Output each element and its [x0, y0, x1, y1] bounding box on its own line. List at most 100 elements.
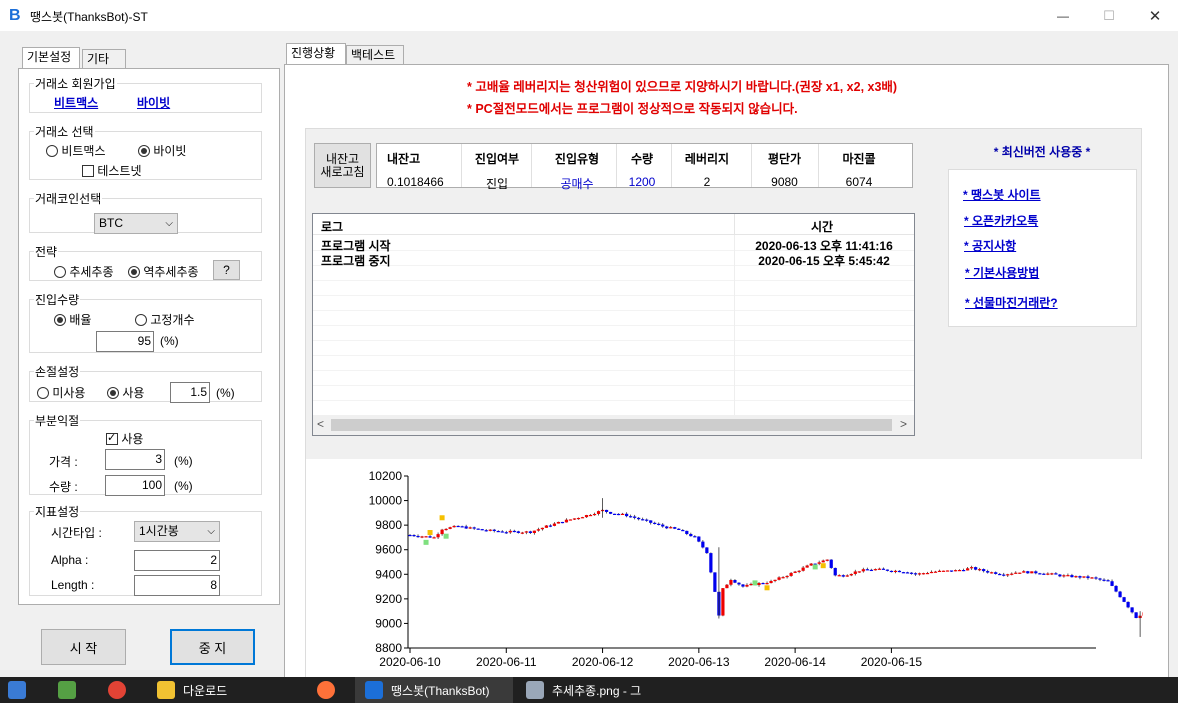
stop-loss-input[interactable]: 1.5	[170, 382, 210, 403]
scroll-right-icon[interactable]: >	[900, 417, 907, 431]
radio-trend[interactable]: 추세추종	[54, 263, 114, 280]
scroll-left-icon[interactable]: <	[317, 417, 324, 431]
candle-body	[572, 518, 577, 520]
partial-profit-legend: 부분익절	[35, 414, 80, 428]
radio-ratio[interactable]: 배율	[54, 311, 91, 328]
radio-bybit[interactable]: 바이빗	[138, 142, 186, 159]
log-row-divider	[734, 235, 735, 415]
taskbar-network-icon[interactable]	[58, 677, 76, 703]
candle-body	[861, 569, 865, 572]
candle-body	[633, 516, 637, 518]
candle-body	[1114, 585, 1118, 592]
radio-trend-label: 추세추종	[69, 265, 114, 279]
strategy-group: 전략 추세추종 역추세추종 ?	[29, 243, 262, 281]
candle-body	[536, 529, 540, 531]
refresh-balance-button[interactable]: 내잔고 새로고침	[314, 143, 371, 188]
candle-body	[1098, 578, 1102, 580]
log-row[interactable]	[313, 281, 914, 296]
log-row[interactable]	[313, 401, 914, 416]
tab-etc[interactable]: 기타	[82, 49, 126, 69]
scrollbar-thumb[interactable]	[331, 419, 892, 431]
log-horizontal-scrollbar[interactable]: < >	[313, 415, 914, 435]
length-input[interactable]: 8	[134, 575, 220, 596]
tab-backtest[interactable]: 백테스트	[346, 45, 404, 65]
log-col-time[interactable]: 시간	[811, 218, 833, 235]
link-basic-usage[interactable]: * 기본사용방법	[965, 266, 1039, 280]
title-bar[interactable]: B 땡스봇(ThanksBot)-ST — ☐ ✕	[0, 0, 1178, 31]
signal-marker	[820, 563, 826, 569]
partial-profit-use-checkbox[interactable]: 사용	[106, 430, 143, 447]
tab-basic-settings[interactable]: 기본설정	[22, 47, 80, 69]
entry-qty-input[interactable]: 95	[96, 331, 154, 352]
taskbar-computer-icon[interactable]	[8, 677, 26, 703]
maximize-button[interactable]: ☐	[1086, 0, 1132, 31]
candle-body	[488, 529, 492, 531]
link-thanksbot-site[interactable]: * 땡스봇 사이트	[963, 188, 1041, 202]
tab-progress[interactable]: 진행상황	[286, 43, 346, 65]
radio-sl-off[interactable]: 미사용	[37, 384, 85, 401]
candle-body	[1118, 591, 1122, 598]
candle-body	[805, 565, 809, 568]
candle-body	[697, 536, 701, 542]
candle-body	[962, 569, 966, 572]
log-row[interactable]	[313, 386, 914, 401]
link-notice[interactable]: * 공지사항	[964, 239, 1016, 253]
taskbar-firefox-icon[interactable]	[317, 677, 335, 703]
qty-input[interactable]: 100	[105, 475, 165, 496]
log-row[interactable]	[313, 266, 914, 281]
candle-body	[508, 530, 512, 533]
log-col-message[interactable]: 로그	[321, 218, 343, 235]
stop-loss-group: 손절설정 미사용 사용 1.5 (%)	[29, 363, 262, 403]
link-open-kakaotalk[interactable]: * 오픈카카오톡	[964, 214, 1038, 228]
radio-bitmex[interactable]: 비트맥스	[46, 142, 106, 159]
candle-body	[460, 526, 464, 528]
candle-body	[841, 575, 845, 577]
log-row[interactable]	[313, 356, 914, 371]
log-row[interactable]: 프로그램 중지 2020-06-15 오후 5:45:42	[313, 251, 914, 268]
radio-counter-trend[interactable]: 역추세추종	[128, 263, 199, 280]
coin-select-dropdown[interactable]: BTC ⌵	[94, 213, 178, 234]
start-button[interactable]: 시 작	[41, 629, 126, 665]
candle-body	[560, 521, 565, 524]
candle-body	[733, 580, 737, 583]
link-bitmex[interactable]: 비트맥스	[54, 96, 98, 110]
taskbar-downloads[interactable]: 다운로드	[157, 677, 227, 703]
candle-body	[621, 513, 625, 516]
candle-body	[801, 567, 805, 571]
radio-fixed-count[interactable]: 고정개수	[135, 311, 195, 328]
log-row[interactable]	[313, 296, 914, 311]
alpha-input[interactable]: 2	[134, 550, 220, 571]
price-input[interactable]: 3	[105, 449, 165, 470]
timeframe-dropdown[interactable]: 1시간봉 ⌵	[134, 521, 220, 542]
x-tick-label: 2020-06-14	[764, 655, 826, 669]
refresh-line2: 새로고침	[320, 164, 365, 179]
candle-body	[829, 559, 833, 568]
exchange-select-legend: 거래소 선택	[35, 125, 94, 139]
warning-sleep-mode: * PC절전모드에서는 프로그램이 정상적으로 작동되지 않습니다.	[467, 102, 798, 116]
testnet-checkbox[interactable]: 테스트넷	[82, 162, 142, 179]
y-tick-label: 10000	[369, 494, 403, 508]
taskbar-paint[interactable]: 추세추종.png - 그	[526, 677, 641, 703]
candle-body	[729, 580, 733, 585]
firefox-icon	[317, 681, 335, 699]
candle-body	[853, 571, 857, 574]
candle-body	[1102, 579, 1106, 581]
log-row[interactable]	[313, 341, 914, 356]
radio-sl-on[interactable]: 사용	[107, 384, 144, 401]
taskbar-thanksbot[interactable]: 땡스봇(ThanksBot)	[355, 677, 513, 703]
link-bybit[interactable]: 바이빗	[137, 96, 170, 110]
log-row[interactable]	[313, 326, 914, 341]
minimize-button[interactable]: —	[1040, 0, 1086, 31]
taskbar-chrome-icon[interactable]	[108, 677, 126, 703]
log-row[interactable]	[313, 311, 914, 326]
close-button[interactable]: ✕	[1132, 0, 1178, 31]
candle-body	[420, 536, 424, 538]
link-futures-margin[interactable]: * 선물마진거래란?	[965, 296, 1058, 310]
log-row[interactable]	[313, 371, 914, 386]
strategy-help-button[interactable]: ?	[213, 260, 240, 280]
radio-fixed-count-circle	[135, 314, 147, 326]
stop-button[interactable]: 중 지	[170, 629, 255, 665]
log-row[interactable]: 프로그램 시작 2020-06-13 오후 11:41:16	[313, 236, 914, 253]
candle-body	[749, 583, 753, 586]
candle-body	[1038, 573, 1042, 575]
